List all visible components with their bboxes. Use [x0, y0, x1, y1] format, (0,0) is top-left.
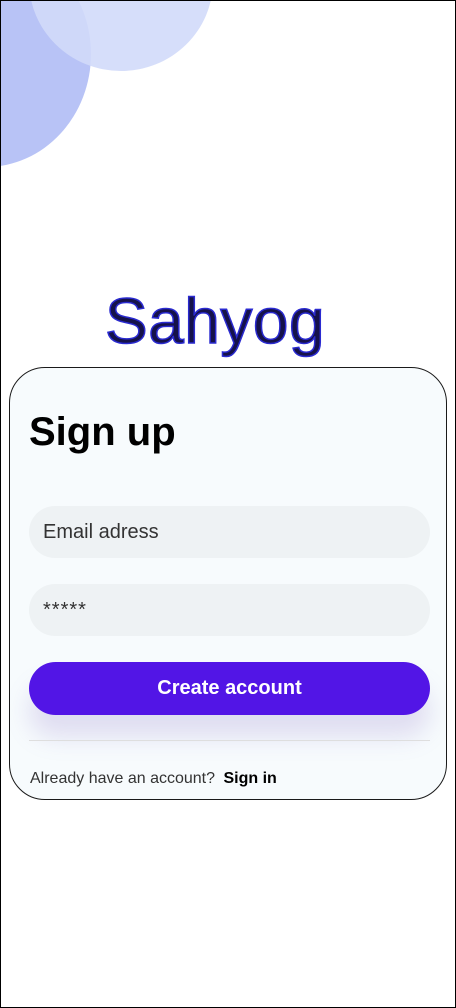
email-field[interactable]: Email adress	[29, 506, 430, 558]
app-frame: Sahyog Sign up Email adress ***** Create…	[0, 0, 456, 1008]
email-placeholder: Email adress	[43, 520, 159, 543]
password-field[interactable]: *****	[29, 584, 430, 636]
create-account-label: Create account	[157, 677, 302, 699]
signin-link[interactable]: Sign in	[223, 770, 276, 787]
divider	[29, 740, 430, 741]
password-value: *****	[43, 598, 87, 621]
app-logo-text: Sahyog	[104, 284, 326, 358]
page-title: Sign up	[29, 410, 176, 454]
create-account-button[interactable]: Create account	[29, 662, 430, 715]
signin-prompt: Already have an account? Sign in	[30, 770, 277, 788]
signin-prompt-text: Already have an account?	[30, 770, 216, 787]
signup-card: Sign up Email adress ***** Create accoun…	[9, 367, 447, 800]
